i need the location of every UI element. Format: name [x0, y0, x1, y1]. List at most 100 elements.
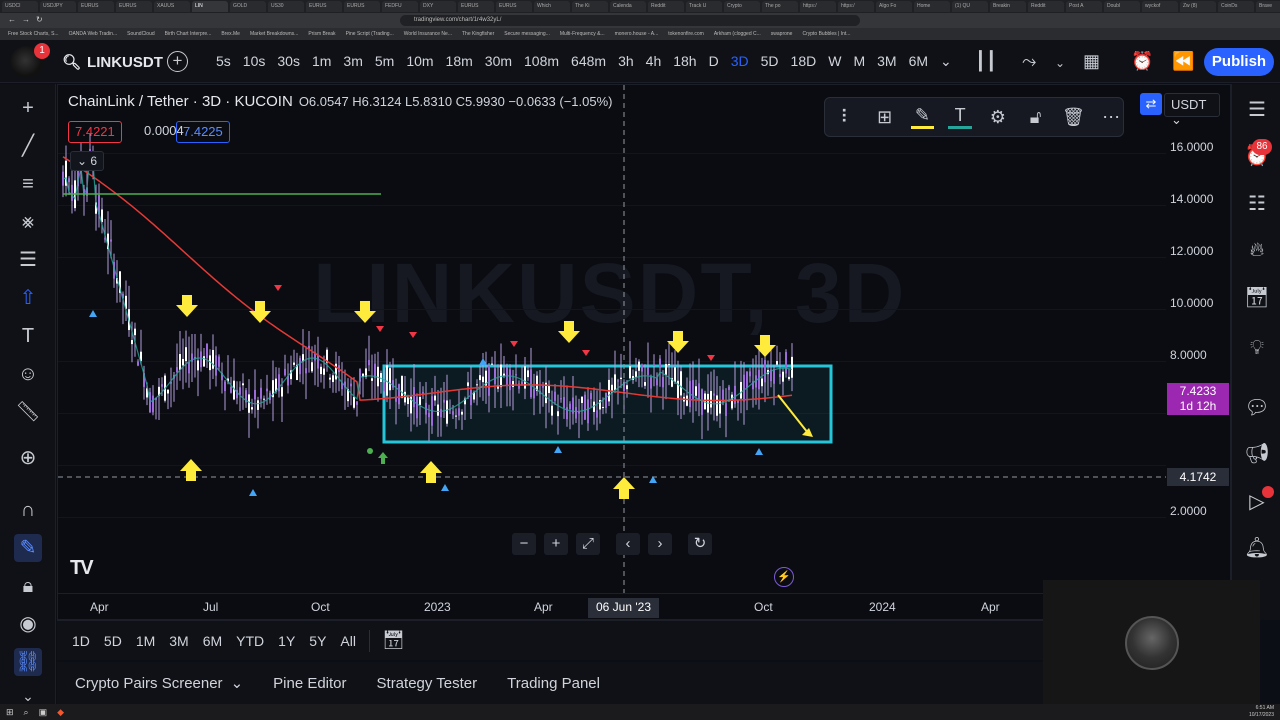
drag-handle-icon[interactable]: ⠇ — [835, 107, 859, 128]
zoom-out-button[interactable]: − — [512, 533, 536, 555]
hide-icon[interactable]: ◉ — [14, 610, 42, 638]
bookmark-item[interactable]: Arkham (clogged C... — [714, 31, 761, 37]
calendar-icon[interactable]: 📅︎ — [1243, 284, 1271, 312]
browser-tab[interactable]: EURUS — [344, 1, 380, 12]
interval-6m[interactable]: 6M — [903, 40, 934, 83]
browser-tab[interactable]: Calenda — [610, 1, 646, 12]
range-ytd[interactable]: YTD — [229, 633, 271, 649]
indicators-toggle[interactable]: ⌄ 6 — [70, 151, 105, 171]
interval-30s[interactable]: 30s — [271, 40, 306, 83]
forward-icon[interactable]: → — [22, 15, 30, 24]
browser-tab[interactable]: The po — [762, 1, 798, 12]
pattern-icon[interactable]: ⨳ — [14, 208, 42, 236]
add-template-icon[interactable]: ⊞ — [873, 107, 897, 128]
brave-browser-icon[interactable]: ◆ — [57, 707, 64, 718]
bookmark-item[interactable]: World Insurance Ne... — [404, 31, 452, 37]
interval-5m[interactable]: 5m — [369, 40, 400, 83]
currency-select[interactable]: USDT ⌄ — [1164, 93, 1220, 127]
stay-in-drawing-mode-icon[interactable]: ✎ — [14, 534, 42, 562]
interval-d[interactable]: D — [703, 40, 725, 83]
layout-grid-icon[interactable]: ▦ — [1083, 51, 1100, 72]
arrow-up-icon[interactable]: ⇧ — [14, 284, 42, 312]
sell-button[interactable]: 7.4221 — [68, 121, 122, 143]
interval-4h[interactable]: 4h — [640, 40, 668, 83]
crosshair-icon[interactable]: + — [14, 94, 42, 122]
lock-icon[interactable]: 🔓︎ — [1024, 107, 1048, 128]
browser-tab[interactable]: FEDFU — [382, 1, 418, 12]
interval-3h[interactable]: 3h — [612, 40, 640, 83]
interval-18h[interactable]: 18h — [667, 40, 702, 83]
bottom-tab[interactable]: Strategy Tester — [377, 675, 478, 692]
bookmark-item[interactable]: Prism Break — [308, 31, 335, 37]
browser-tab[interactable]: US30 — [268, 1, 304, 12]
interval-3m[interactable]: 3m — [337, 40, 368, 83]
watchlist-icon[interactable]: ☰ — [1243, 96, 1271, 124]
interval-3d[interactable]: 3D — [725, 40, 755, 83]
interval-m[interactable]: M — [847, 40, 871, 83]
bookmark-item[interactable]: Crypto Bubbles | Int... — [802, 31, 850, 37]
text-icon[interactable]: T — [948, 105, 972, 129]
lock-drawings-icon[interactable]: 🔒︎ — [14, 572, 42, 600]
interval-648m[interactable]: 648m — [565, 40, 612, 83]
bottom-tab[interactable]: Trading Panel — [507, 675, 600, 692]
browser-tab[interactable]: EURUS — [496, 1, 532, 12]
scroll-left-button[interactable]: ‹ — [616, 533, 640, 555]
range-1y[interactable]: 1Y — [271, 633, 302, 649]
reload-icon[interactable]: ↻ — [36, 15, 43, 24]
interval-10s[interactable]: 10s — [237, 40, 272, 83]
browser-tab[interactable]: GOLD — [230, 1, 266, 12]
browser-tab[interactable]: EURUS — [458, 1, 494, 12]
browser-tab[interactable]: Reddit — [648, 1, 684, 12]
sync-icon[interactable]: ⇄ — [1140, 93, 1162, 115]
streams-icon[interactable]: 📢︎ — [1243, 440, 1271, 468]
interval-18m[interactable]: 18m — [440, 40, 479, 83]
bookmark-item[interactable]: Brex.Me — [221, 31, 240, 37]
interval-chevron-down-icon[interactable]: ⌄ — [934, 40, 958, 83]
chart-pane[interactable]: LINKUSDT, 3D ChainLink / Tether · 3D · K… — [57, 84, 1231, 620]
settings-icon[interactable]: ⚙ — [986, 107, 1010, 128]
browser-tab[interactable]: CoinDs — [1218, 1, 1254, 12]
replay-icon[interactable]: ⏪ — [1172, 51, 1194, 72]
interval-30m[interactable]: 30m — [479, 40, 518, 83]
range-all[interactable]: All — [333, 633, 363, 649]
browser-tab[interactable]: The Ki — [572, 1, 608, 12]
hotlist-fire-icon[interactable]: 🔥︎ — [1243, 236, 1271, 264]
alert-icon[interactable]: ⏰ — [1131, 51, 1153, 72]
fib-icon[interactable]: ≡ — [14, 170, 42, 198]
notifications-bell-icon[interactable]: 🔔︎ — [1243, 534, 1271, 562]
bookmark-item[interactable]: The Kingfisher — [462, 31, 494, 37]
interval-10m[interactable]: 10m — [400, 40, 439, 83]
bookmark-item[interactable]: OANDA Web Tradin... — [69, 31, 118, 37]
bookmark-item[interactable]: SoundCloud — [127, 31, 155, 37]
news-list-icon[interactable]: ☷ — [1243, 190, 1271, 218]
bookmark-item[interactable]: Market Breakdowns... — [250, 31, 298, 37]
back-icon[interactable]: ← — [8, 15, 16, 24]
interval-3m[interactable]: 3M — [871, 40, 902, 83]
publish-button[interactable]: Publish — [1204, 48, 1274, 76]
interval-18d[interactable]: 18D — [785, 40, 823, 83]
candles-icon[interactable]: ┃┃ — [975, 51, 997, 72]
task-view-icon[interactable]: ▣ — [39, 707, 48, 718]
compare-symbol-button[interactable]: + — [167, 51, 188, 72]
windows-start-icon[interactable]: ⊞ — [6, 707, 14, 718]
bookmark-item[interactable]: Pine Script (Trading... — [346, 31, 394, 37]
buy-button[interactable]: 7.4225 — [176, 121, 230, 143]
browser-tab[interactable]: USDCI — [2, 1, 38, 12]
browser-tab[interactable]: EURUS — [306, 1, 342, 12]
range-5d[interactable]: 5D — [97, 633, 129, 649]
magnet-icon[interactable]: ∩ — [14, 496, 42, 524]
range-6m[interactable]: 6M — [196, 633, 229, 649]
browser-tab[interactable]: (1) QU — [952, 1, 988, 12]
ruler-icon[interactable]: 📏︎ — [14, 398, 42, 426]
interval-5s[interactable]: 5s — [210, 40, 237, 83]
interval-108m[interactable]: 108m — [518, 40, 565, 83]
reset-chart-button[interactable]: ↻ — [688, 533, 712, 555]
trash-icon[interactable]: 🗑︎ — [1062, 107, 1086, 128]
browser-tab[interactable]: https:/ — [800, 1, 836, 12]
browser-tab[interactable]: XAUUS — [154, 1, 190, 12]
tradingview-logo[interactable]: TV — [70, 557, 94, 580]
browser-tab[interactable]: Crypto — [724, 1, 760, 12]
projection-icon[interactable]: ☰ — [14, 246, 42, 274]
trend-line-icon[interactable]: ╱ — [14, 132, 42, 160]
text-tool-icon[interactable]: T — [14, 322, 42, 350]
